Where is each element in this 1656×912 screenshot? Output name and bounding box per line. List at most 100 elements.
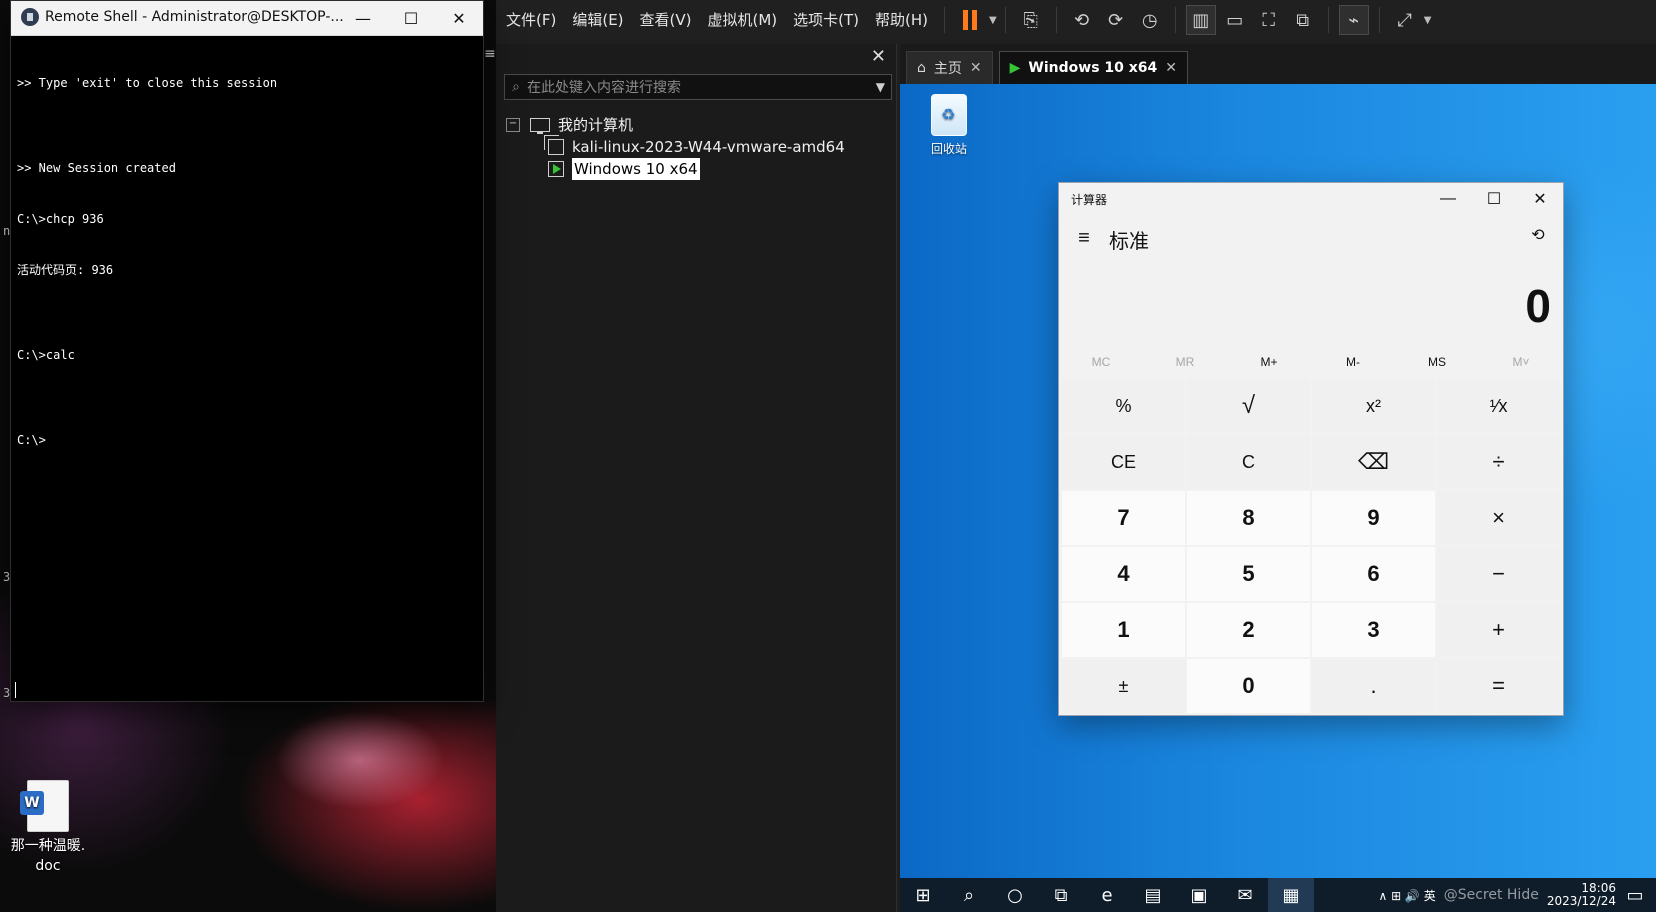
stretch-guest-button[interactable]: ⤢ bbox=[1391, 6, 1419, 34]
remote-shell-close-button[interactable]: ✕ bbox=[435, 1, 483, 35]
minus-button[interactable]: − bbox=[1437, 547, 1560, 601]
file-explorer-icon[interactable]: ▤ bbox=[1130, 878, 1176, 912]
tab-close-icon[interactable]: ✕ bbox=[970, 60, 982, 76]
library-header-glyph: ≡ bbox=[484, 46, 496, 62]
stretch-dropdown-chevron-icon[interactable]: ▼ bbox=[1424, 15, 1432, 26]
memory-m-plus-button[interactable]: M+ bbox=[1227, 349, 1311, 375]
calculator-close-button[interactable]: ✕ bbox=[1517, 183, 1563, 215]
remote-shell-maximize-button[interactable]: ☐ bbox=[387, 1, 435, 35]
notifications-icon[interactable]: ▭ bbox=[1624, 878, 1646, 912]
digit-4-button[interactable]: 4 bbox=[1062, 547, 1185, 601]
start-menu-windows-icon[interactable]: ⊞ bbox=[900, 878, 946, 912]
digit-5-button[interactable]: 5 bbox=[1187, 547, 1310, 601]
menu-edit[interactable]: 编辑(E) bbox=[564, 0, 631, 40]
guest-recycle-bin[interactable]: 回收站 bbox=[914, 94, 984, 157]
console-line: C:\>calc bbox=[17, 348, 75, 362]
tree-item-windows10[interactable]: Windows 10 x64 bbox=[548, 158, 700, 180]
menu-file[interactable]: 文件(F) bbox=[496, 0, 564, 40]
digit-2-button[interactable]: 2 bbox=[1187, 603, 1310, 657]
task-view-icon[interactable]: ⧉ bbox=[1038, 878, 1084, 912]
tree-item-kali[interactable]: kali-linux-2023-W44-vmware-amd64 bbox=[544, 135, 845, 158]
memory-mr-button[interactable]: MR bbox=[1143, 349, 1227, 375]
negate-button[interactable]: ± bbox=[1062, 659, 1185, 713]
tab-close-icon[interactable]: ✕ bbox=[1165, 60, 1177, 76]
sqrt-button[interactable]: √ bbox=[1187, 379, 1310, 433]
percent-button[interactable]: % bbox=[1062, 379, 1185, 433]
search-icon[interactable]: ⌕ bbox=[946, 878, 992, 912]
digit-8-button[interactable]: 8 bbox=[1187, 491, 1310, 545]
memory-m-minus-button[interactable]: M- bbox=[1311, 349, 1395, 375]
tree-item-label: kali-linux-2023-W44-vmware-amd64 bbox=[572, 138, 845, 156]
equals-button[interactable]: = bbox=[1437, 659, 1560, 713]
menu-view[interactable]: 查看(V) bbox=[632, 0, 700, 40]
library-close-button[interactable]: ✕ bbox=[871, 46, 886, 67]
revert-snapshot-button[interactable]: ⟳ bbox=[1102, 6, 1130, 34]
unity-button[interactable]: ⧉ bbox=[1289, 6, 1317, 34]
library-search-box[interactable]: ⌕ 在此处键入内容进行搜索 ▼ bbox=[504, 74, 892, 100]
calculator-menu-icon[interactable]: ≡ bbox=[1071, 225, 1097, 251]
memory-list-button[interactable]: M˅ bbox=[1479, 349, 1563, 375]
clear-entry-button[interactable]: CE bbox=[1062, 435, 1185, 489]
remote-shell-app-icon bbox=[21, 8, 39, 26]
toolbar-separator bbox=[1174, 7, 1176, 33]
digit-1-button[interactable]: 1 bbox=[1062, 603, 1185, 657]
decimal-button[interactable]: . bbox=[1312, 659, 1435, 713]
menu-help[interactable]: 帮助(H) bbox=[867, 0, 936, 40]
cortana-icon[interactable]: ○ bbox=[992, 878, 1038, 912]
menu-vm[interactable]: 虚拟机(M) bbox=[700, 0, 786, 40]
calculator-minimize-button[interactable]: — bbox=[1425, 183, 1471, 215]
show-library-button[interactable]: ▥ bbox=[1185, 5, 1216, 35]
memory-row: MC MR M+ M- MS M˅ bbox=[1059, 349, 1563, 375]
history-icon[interactable]: ⟲ bbox=[1527, 225, 1549, 247]
edge-browser-icon[interactable]: e bbox=[1084, 878, 1130, 912]
memory-mc-button[interactable]: MC bbox=[1059, 349, 1143, 375]
vm-guest-screen[interactable]: 回收站 计算器 — ☐ ✕ ≡ 标准 ⟲ 0 MC MR M+ M- MS M˅… bbox=[900, 84, 1656, 912]
power-dropdown-chevron-icon[interactable]: ▼ bbox=[989, 15, 997, 26]
tray-icons-text[interactable]: ∧ ⊞ 🔊 英 bbox=[1378, 887, 1435, 904]
calculator-taskbar-icon[interactable]: ▦ bbox=[1268, 878, 1314, 912]
mail-icon[interactable]: ✉ bbox=[1222, 878, 1268, 912]
clock-date: 2023/12/24 bbox=[1546, 894, 1616, 908]
reciprocal-button[interactable]: ¹⁄x bbox=[1437, 379, 1560, 433]
multiply-button[interactable]: × bbox=[1437, 491, 1560, 545]
search-dropdown-chevron-icon[interactable]: ▼ bbox=[876, 80, 885, 94]
send-ctrl-alt-del-button[interactable]: ⎘ bbox=[1017, 6, 1045, 34]
calculator-titlebar[interactable]: 计算器 — ☐ ✕ bbox=[1059, 183, 1563, 215]
digit-9-button[interactable]: 9 bbox=[1312, 491, 1435, 545]
calculator-maximize-button[interactable]: ☐ bbox=[1471, 183, 1517, 215]
remote-shell-console[interactable]: >> Type 'exit' to close this session >> … bbox=[15, 41, 477, 698]
digit-6-button[interactable]: 6 bbox=[1312, 547, 1435, 601]
toolbar-separator bbox=[1004, 7, 1006, 33]
tab-windows10[interactable]: ▶ Windows 10 x64 ✕ bbox=[998, 51, 1188, 84]
snapshot-button[interactable]: ⟲ bbox=[1068, 6, 1096, 34]
digit-7-button[interactable]: 7 bbox=[1062, 491, 1185, 545]
pause-button[interactable] bbox=[956, 6, 984, 34]
digit-3-button[interactable]: 3 bbox=[1312, 603, 1435, 657]
digit-0-button[interactable]: 0 bbox=[1187, 659, 1310, 713]
vm-tabs-bar: ⌂ 主页 ✕ ▶ Windows 10 x64 ✕ bbox=[900, 44, 1656, 84]
full-screen-button[interactable]: ⛶ bbox=[1255, 6, 1283, 34]
divide-button[interactable]: ÷ bbox=[1437, 435, 1560, 489]
memory-ms-button[interactable]: MS bbox=[1395, 349, 1479, 375]
remote-shell-titlebar[interactable]: Remote Shell - Administrator@DESKTOP-...… bbox=[11, 1, 483, 36]
backspace-button[interactable]: ⌫ bbox=[1312, 435, 1435, 489]
tab-home[interactable]: ⌂ 主页 ✕ bbox=[906, 51, 993, 84]
console-view-button[interactable]: ⌁ bbox=[1338, 5, 1369, 35]
library-tree: − 我的计算机 kali-linux-2023-W44-vmware-amd64… bbox=[496, 106, 896, 906]
tree-root-my-computer[interactable]: − 我的计算机 bbox=[506, 114, 633, 136]
watermark-text: @Secret Hide bbox=[1443, 887, 1539, 903]
square-button[interactable]: x² bbox=[1312, 379, 1435, 433]
remote-shell-minimize-button[interactable]: — bbox=[339, 1, 387, 35]
menu-tabs[interactable]: 选项卡(T) bbox=[785, 0, 867, 40]
host-desktop-file[interactable]: W 那一种温暖. doc bbox=[6, 780, 90, 876]
snapshot-manager-button[interactable]: ◷ bbox=[1136, 6, 1164, 34]
taskbar-clock[interactable]: 18:06 2023/12/24 bbox=[1547, 882, 1616, 908]
plus-button[interactable]: + bbox=[1437, 603, 1560, 657]
computer-icon bbox=[530, 118, 550, 134]
store-icon[interactable]: ▣ bbox=[1176, 878, 1222, 912]
tree-collapse-icon[interactable]: − bbox=[506, 118, 520, 132]
toolbar-separator bbox=[944, 7, 946, 33]
show-thumbnail-bar-button[interactable]: ▭ bbox=[1221, 6, 1249, 34]
vm-running-icon: ▶ bbox=[1009, 60, 1021, 76]
clear-button[interactable]: C bbox=[1187, 435, 1310, 489]
